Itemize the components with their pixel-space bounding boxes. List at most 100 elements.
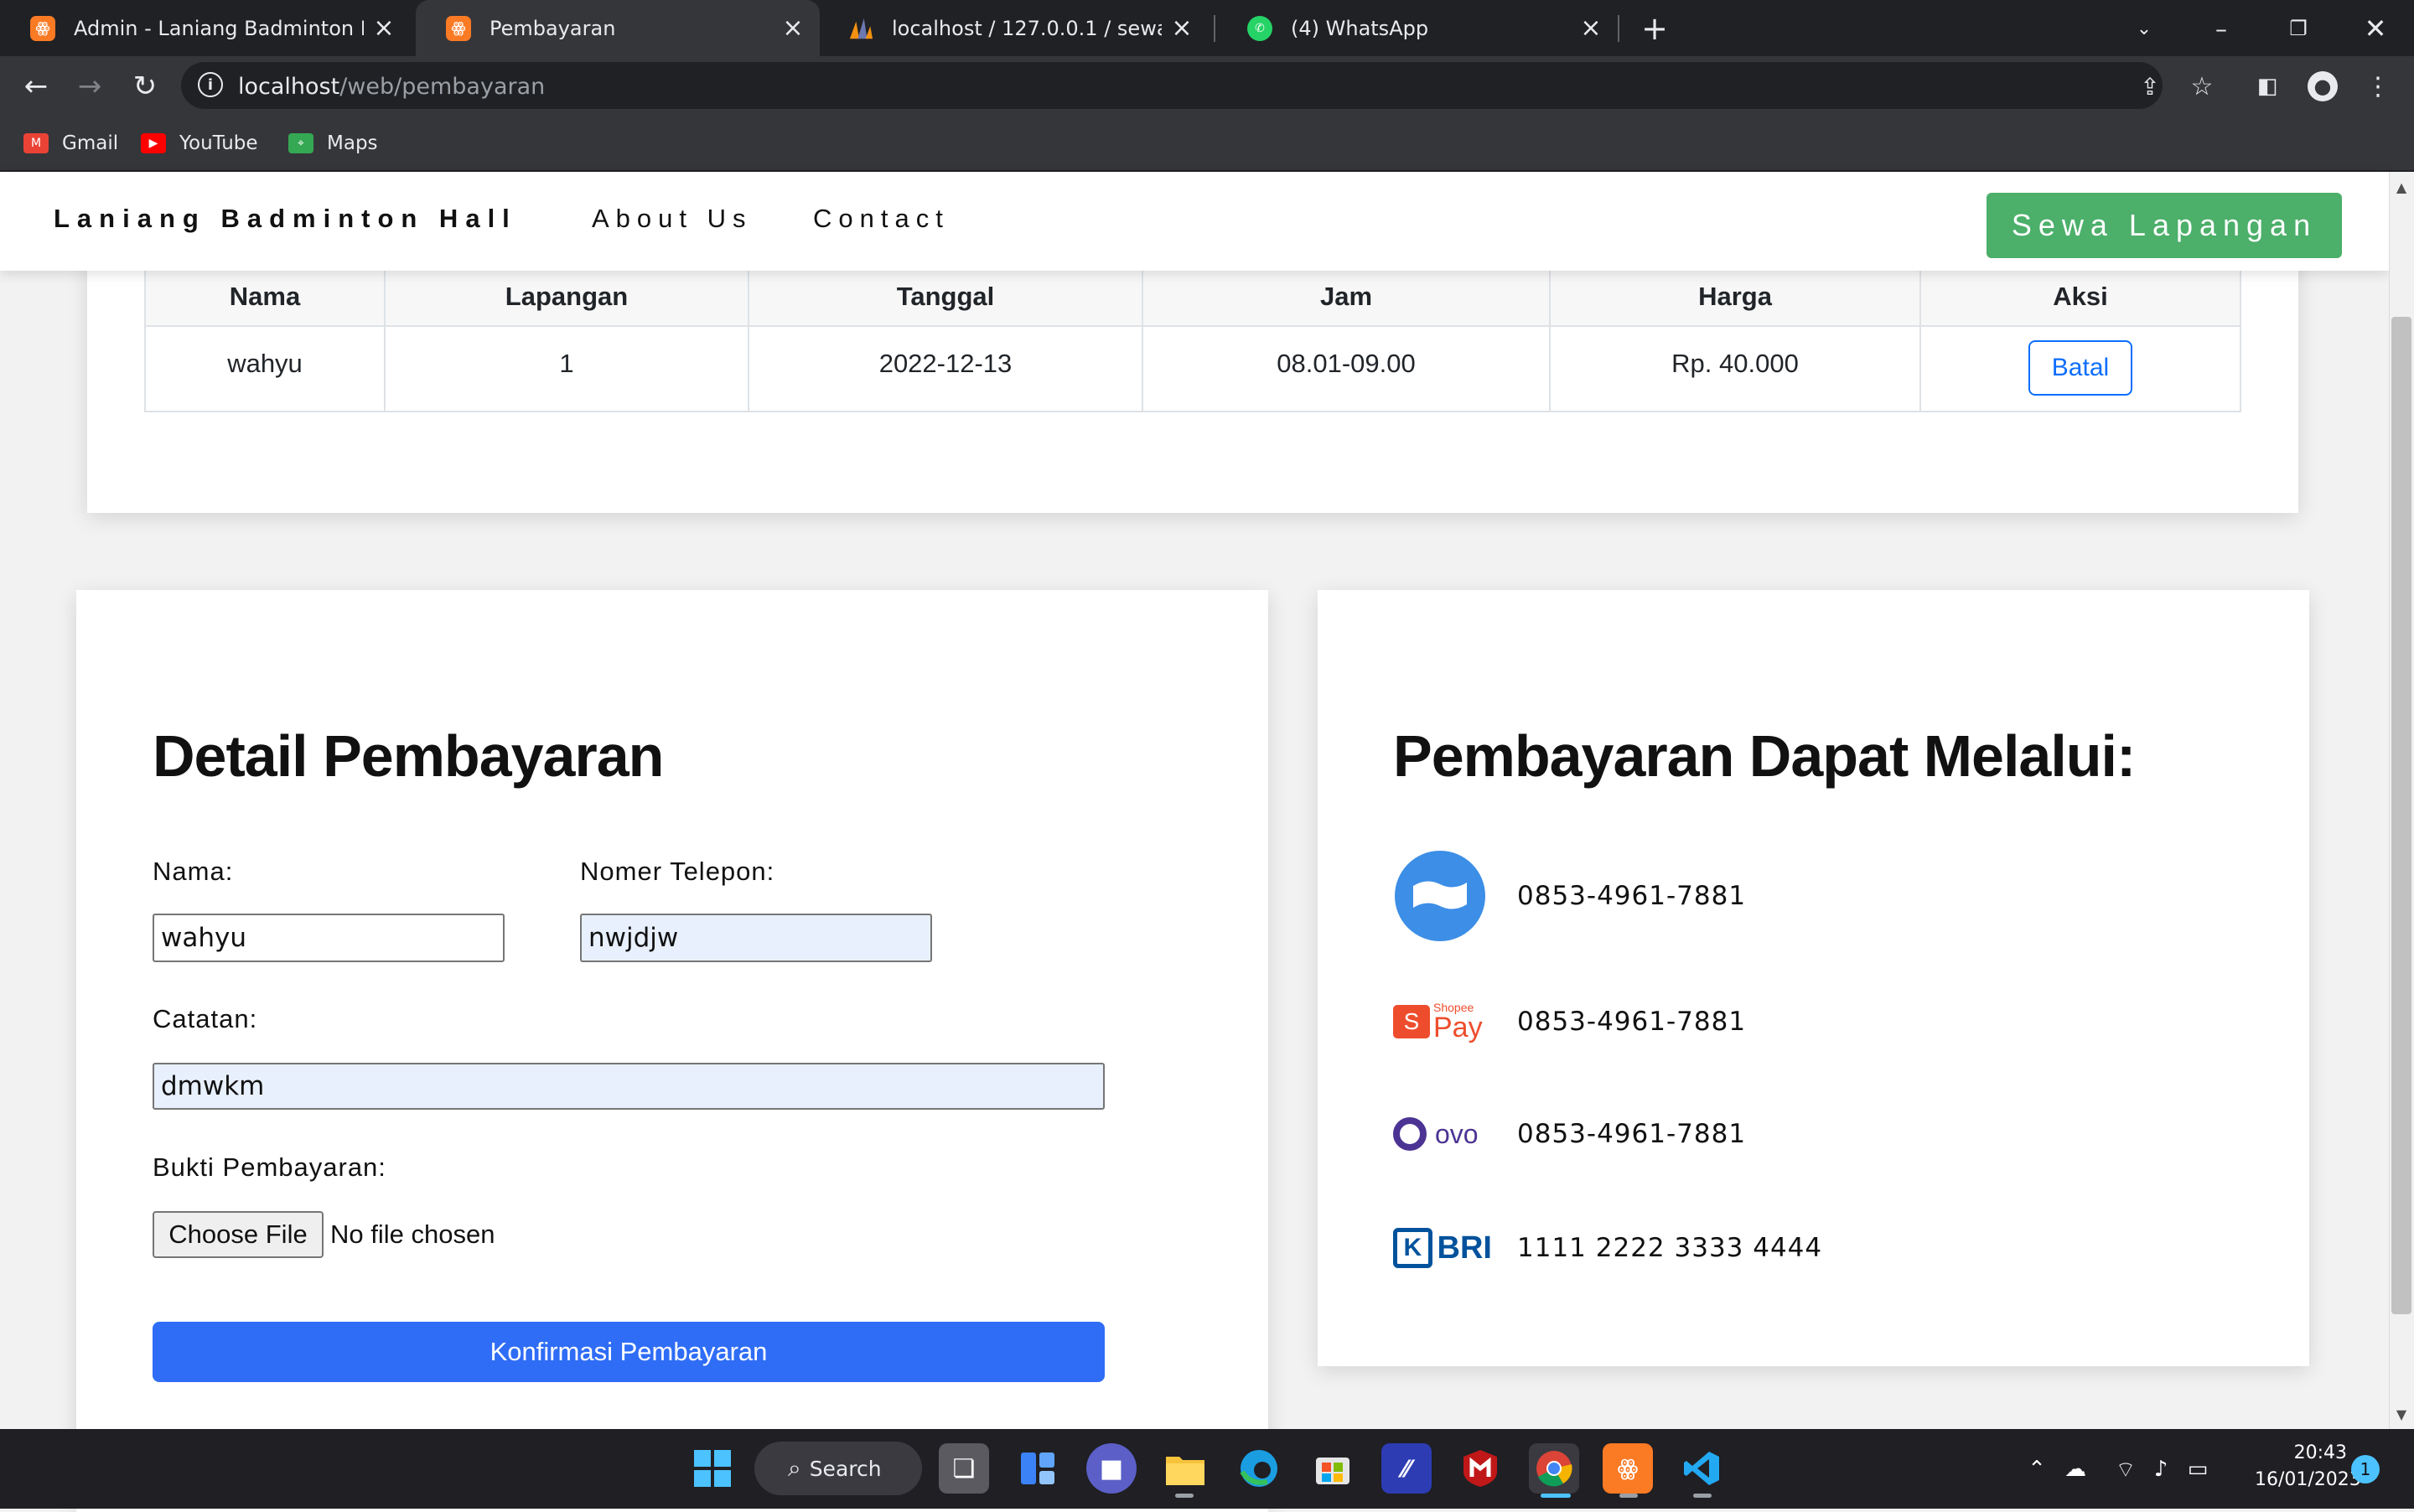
chrome-icon[interactable] bbox=[1529, 1443, 1579, 1494]
ovo-icon: ovo bbox=[1393, 1088, 1492, 1180]
form-title: Detail Pembayaran bbox=[153, 723, 664, 789]
xampp-taskbar-icon[interactable]: ꙮ bbox=[1603, 1443, 1653, 1494]
tray-chevron-icon[interactable]: ⌃ bbox=[2022, 1454, 2052, 1484]
bri-icon: K BRI bbox=[1393, 1202, 1492, 1294]
col-header-lapangan: Lapangan bbox=[384, 267, 749, 327]
chrome-running-indicator bbox=[1541, 1494, 1571, 1498]
scrollbar-thumb[interactable] bbox=[2391, 317, 2411, 1314]
tab-pembayaran[interactable]: ꙮ Pembayaran × bbox=[416, 0, 820, 56]
battery-icon[interactable]: ▭ bbox=[2183, 1454, 2213, 1484]
konfirmasi-button[interactable]: Konfirmasi Pembayaran bbox=[153, 1322, 1105, 1382]
wifi-icon[interactable]: ⌔ bbox=[2111, 1454, 2141, 1484]
nama-label: Nama: bbox=[153, 857, 234, 886]
close-window-button[interactable]: ✕ bbox=[2355, 8, 2396, 49]
bookmark-label: YouTube bbox=[179, 132, 258, 154]
mcafee-icon[interactable] bbox=[1455, 1443, 1505, 1494]
tab-title: Admin - Laniang Badminton Hall bbox=[74, 16, 364, 40]
tab-search-chevron-icon[interactable]: ⌄ bbox=[2124, 8, 2164, 49]
site-brand[interactable]: Laniang Badminton Hall bbox=[54, 204, 517, 234]
url-text[interactable]: localhost/web/pembayaran bbox=[238, 74, 545, 100]
forward-arrow-icon[interactable]: → bbox=[70, 67, 109, 106]
url-path: /web/pembayaran bbox=[339, 74, 546, 100]
phpmyadmin-icon bbox=[848, 16, 873, 41]
scroll-down-arrow-icon[interactable]: ▼ bbox=[2389, 1401, 2414, 1427]
xampp-running-indicator bbox=[1619, 1494, 1638, 1498]
clock-date: 16/01/2023 bbox=[2255, 1469, 2361, 1490]
payment-title: Pembayaran Dapat Melalui: bbox=[1393, 723, 2136, 789]
close-icon[interactable]: × bbox=[781, 15, 805, 41]
tab-title: localhost / 127.0.0.1 / sewa_lapan bbox=[892, 16, 1162, 40]
onedrive-icon[interactable]: ☁ bbox=[2060, 1454, 2090, 1484]
close-icon[interactable]: × bbox=[372, 15, 396, 41]
telepon-input[interactable]: nwjdjw bbox=[580, 914, 932, 962]
cell-jam: 08.01-09.00 bbox=[1142, 325, 1551, 412]
restore-button[interactable]: ❐ bbox=[2278, 8, 2318, 49]
bookmark-label: Maps bbox=[327, 132, 378, 154]
teams-chat-icon[interactable]: ■ bbox=[1086, 1443, 1137, 1494]
bookmark-maps[interactable]: ⌖ Maps bbox=[288, 127, 378, 160]
share-icon[interactable]: ⇪ bbox=[2131, 67, 2169, 106]
cell-aksi: Batal bbox=[1919, 325, 2241, 412]
table-row: wahyu 1 2022-12-13 08.01-09.00 Rp. 40.00… bbox=[144, 325, 2241, 412]
payment-number: 0853-4961-7881 bbox=[1517, 881, 1747, 911]
payment-method-ovo: ovo 0853-4961-7881 bbox=[1393, 1088, 1746, 1180]
cell-tanggal: 2022-12-13 bbox=[748, 325, 1143, 412]
payment-number: 0853-4961-7881 bbox=[1517, 1007, 1747, 1037]
bookmark-gmail[interactable]: M Gmail bbox=[23, 127, 118, 160]
dev-tool-icon[interactable]: ⁄⁄ bbox=[1381, 1443, 1432, 1494]
catatan-input[interactable]: dmwkm bbox=[153, 1063, 1105, 1110]
bookmark-youtube[interactable]: ▶ YouTube bbox=[141, 127, 258, 160]
shopeepay-icon: S Shopee Pay bbox=[1393, 976, 1492, 1068]
ovo-logo-text: ovo bbox=[1435, 1118, 1479, 1149]
bri-logo-text: BRI bbox=[1437, 1230, 1492, 1266]
youtube-icon: ▶ bbox=[141, 133, 166, 153]
vscode-icon[interactable] bbox=[1676, 1443, 1727, 1494]
col-header-harga: Harga bbox=[1549, 267, 1921, 327]
shopeepay-logo-text: Pay bbox=[1433, 1012, 1483, 1043]
file-status: No file chosen bbox=[330, 1219, 495, 1249]
tab-admin[interactable]: ꙮ Admin - Laniang Badminton Hall × bbox=[0, 0, 411, 56]
notification-badge[interactable]: 1 bbox=[2351, 1455, 2380, 1484]
tab-separator bbox=[1214, 15, 1215, 42]
edge-icon[interactable] bbox=[1234, 1443, 1284, 1494]
site-info-icon[interactable]: i bbox=[198, 72, 223, 97]
taskbar-search[interactable]: ⌕ Search bbox=[754, 1442, 922, 1495]
telepon-label: Nomer Telepon: bbox=[580, 857, 775, 886]
bookmark-label: Gmail bbox=[62, 132, 119, 154]
vscode-running-indicator bbox=[1693, 1494, 1712, 1498]
task-view-icon[interactable]: ❏ bbox=[939, 1443, 989, 1494]
taskbar-search-label: Search bbox=[809, 1456, 882, 1481]
payment-method-dana: 0853-4961-7881 bbox=[1393, 850, 1746, 942]
cell-harga: Rp. 40.000 bbox=[1549, 325, 1921, 412]
profile-icon[interactable]: ● bbox=[2303, 67, 2342, 106]
back-arrow-icon[interactable]: ← bbox=[17, 67, 55, 106]
bukti-label: Bukti Pembayaran: bbox=[153, 1152, 386, 1182]
more-menu-icon[interactable]: ⋮ bbox=[2359, 67, 2397, 106]
taskbar-clock[interactable]: 20:43 16/01/2023 bbox=[2255, 1440, 2361, 1494]
scroll-up-arrow-icon[interactable]: ▲ bbox=[2389, 174, 2414, 199]
nav-about-us[interactable]: About Us bbox=[592, 204, 753, 234]
widgets-icon[interactable] bbox=[1013, 1443, 1063, 1494]
tab-phpmyadmin[interactable]: localhost / 127.0.0.1 / sewa_lapan × bbox=[818, 0, 1209, 56]
volume-icon[interactable]: ♪ bbox=[2146, 1454, 2176, 1484]
choose-file-button[interactable]: Choose File bbox=[153, 1211, 324, 1258]
sewa-lapangan-button[interactable]: Sewa Lapangan bbox=[1987, 193, 2342, 258]
reload-icon[interactable]: ↻ bbox=[126, 67, 164, 106]
batal-button[interactable]: Batal bbox=[2028, 340, 2133, 396]
col-header-aksi: Aksi bbox=[1919, 267, 2241, 327]
gmail-icon: M bbox=[23, 133, 49, 153]
maps-icon: ⌖ bbox=[288, 133, 313, 153]
side-panel-icon[interactable]: ◧ bbox=[2248, 67, 2287, 106]
nav-contact[interactable]: Contact bbox=[813, 204, 950, 234]
close-icon[interactable]: × bbox=[1170, 15, 1194, 41]
nama-input[interactable]: wahyu bbox=[153, 914, 505, 962]
bookmark-star-icon[interactable]: ☆ bbox=[2183, 67, 2221, 106]
microsoft-store-icon[interactable] bbox=[1308, 1443, 1358, 1494]
tab-whatsapp[interactable]: ✆ (4) WhatsApp × bbox=[1217, 0, 1618, 56]
file-explorer-icon[interactable] bbox=[1160, 1443, 1210, 1494]
windows-start-icon[interactable] bbox=[687, 1443, 738, 1494]
search-icon: ⌕ bbox=[788, 1454, 801, 1482]
minimize-button[interactable]: – bbox=[2201, 8, 2241, 49]
new-tab-button[interactable]: + bbox=[1634, 8, 1675, 49]
close-icon[interactable]: × bbox=[1579, 15, 1603, 41]
